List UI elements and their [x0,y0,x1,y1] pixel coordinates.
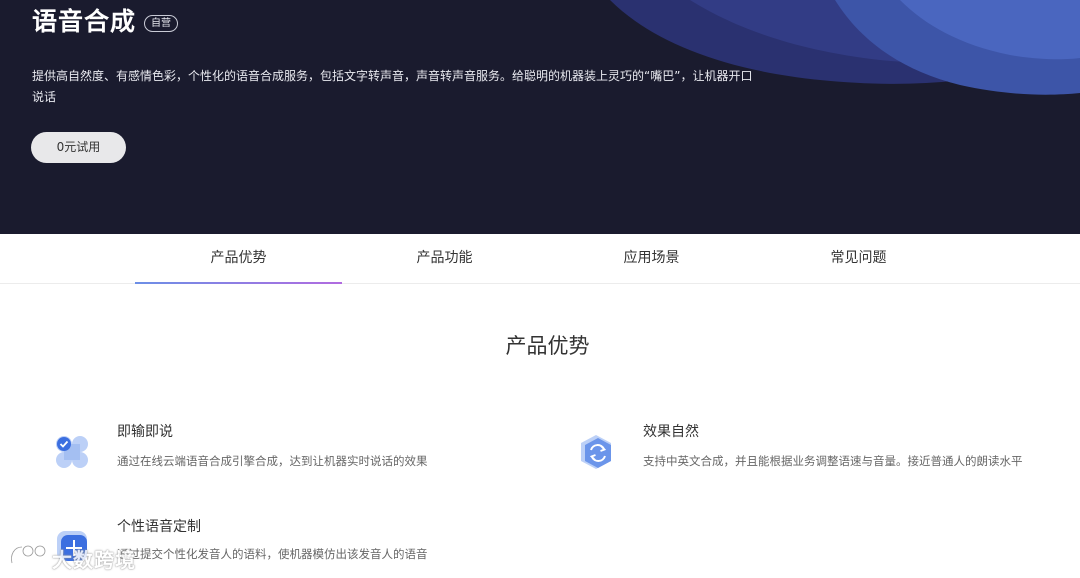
feature-item: 效果自然 支持中英文合成，并且能根据业务调整语速与音量。接近普通人的朗读水平 [578,418,1058,478]
sync-arrows-icon [581,435,611,469]
tab-faq[interactable]: 常见问题 [755,234,962,284]
grid-check-icon [56,436,88,468]
product-tabs: 产品优势 产品功能 应用场景 常见问题 [0,234,1080,284]
feature-title: 个性语音定制 [117,519,201,535]
tab-advantages[interactable]: 产品优势 [135,234,342,284]
feature-description: 支持中英文合成，并且能根据业务调整语速与音量。接近普通人的朗读水平 [643,454,1023,468]
watermark-logo-icon [10,544,47,564]
feature-title: 效果自然 [643,424,699,440]
section-title: 产品优势 [505,334,590,358]
self-operated-badge: 自营 [144,15,178,32]
hero-wave-decoration [610,0,1080,95]
page-title: 语音合成 [32,7,137,36]
feature-description: 通过提交个性化发音人的语料，使机器模仿出该发音人的语音 [117,547,428,561]
free-trial-button[interactable]: 0元试用 [31,132,126,163]
tab-scenarios[interactable]: 应用场景 [548,234,755,284]
hero-banner: 语音合成 自营 提供高自然度、有感情色彩，个性化的语音合成服务，包括文字转声音，… [0,0,1080,234]
feature-title: 即输即说 [117,424,173,440]
feature-description: 通过在线云端语音合成引擎合成，达到让机器实时说话的效果 [117,454,428,468]
feature-item: 即输即说 通过在线云端语音合成引擎合成，达到让机器实时说话的效果 [52,418,472,478]
watermark-text: 大数跨境 [52,548,136,572]
product-description: 提供高自然度、有感情色彩，个性化的语音合成服务，包括文字转声音，声音转声音服务。… [32,69,753,104]
tab-features[interactable]: 产品功能 [341,234,548,284]
